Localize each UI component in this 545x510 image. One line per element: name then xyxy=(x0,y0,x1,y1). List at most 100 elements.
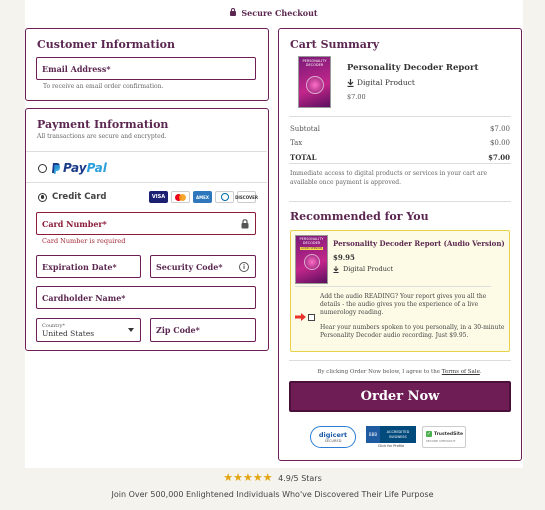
discover-icon: DISCOVER xyxy=(235,191,258,203)
cart-summary-panel: Cart Summary PERSONALITY DECODER Persona… xyxy=(278,28,522,461)
email-help-text: To receive an email order confirmation. xyxy=(43,83,164,90)
divider xyxy=(26,151,267,152)
chevron-down-icon xyxy=(128,328,134,332)
terms-text: By clicking Order Now below, I agree to … xyxy=(279,369,520,375)
check-icon: ✓ xyxy=(426,431,432,437)
terms-of-sale-link[interactable]: Terms of Sale xyxy=(442,369,480,375)
expiration-date-field[interactable]: Expiration Date* xyxy=(36,255,141,278)
credit-card-label: Credit Card xyxy=(52,192,107,202)
terms-prefix: By clicking Order Now below, I agree to … xyxy=(317,369,441,375)
bbb-sub: Click for Profile xyxy=(377,444,405,448)
secure-checkout-banner: Secure Checkout xyxy=(25,8,523,18)
divider xyxy=(289,201,511,202)
product-price: $7.00 xyxy=(347,93,366,101)
subtotal-row: Subtotal $7.00 xyxy=(290,125,510,133)
bbb-badge[interactable]: BBB ACCREDITED BUSINESS Click for Profil… xyxy=(366,426,416,448)
rating-row: ★★★★★ 4.9/5 Stars xyxy=(0,471,545,484)
credit-card-option[interactable]: Credit Card xyxy=(38,192,106,202)
star-icon: ★ xyxy=(262,471,273,484)
bbb-logo: BBB xyxy=(366,426,380,443)
customer-information-panel: Customer Information Email Address* To r… xyxy=(25,28,269,101)
divider xyxy=(295,286,491,287)
upsell-description-extra: Hear your numbers spoken to you personal… xyxy=(320,324,505,340)
mastercard-icon xyxy=(171,191,190,203)
divider xyxy=(289,163,511,164)
upsell-price: $9.95 xyxy=(333,253,355,262)
rating-text: 4.9/5 Stars xyxy=(278,474,322,483)
payment-information-title: Payment Information xyxy=(37,118,169,131)
trust-badges: digicert SECURED BBB ACCREDITED BUSINESS… xyxy=(310,426,466,448)
trustedsite-sub: SECURE CHECKOUT xyxy=(426,439,456,443)
lock-icon xyxy=(241,219,249,229)
credit-card-radio[interactable] xyxy=(38,192,47,202)
card-number-error: Card Number is required xyxy=(42,237,126,245)
product-image: PERSONALITY DECODER xyxy=(298,56,331,108)
upsell-cover-subtitle: AUDIO VERSION xyxy=(300,246,323,250)
checkout-page: Secure Checkout Customer Information Ema… xyxy=(25,0,523,468)
divider xyxy=(289,360,511,361)
terms-suffix: . xyxy=(479,369,482,375)
paypal-text-pay: Pay xyxy=(63,161,87,175)
info-icon[interactable]: i xyxy=(239,262,249,272)
footer: ★★★★★ 4.9/5 Stars Join Over 500,000 Enli… xyxy=(0,468,545,510)
paypal-icon xyxy=(52,162,60,174)
bbb-line2: BUSINESS xyxy=(389,434,407,439)
product-name: Personality Decoder Report xyxy=(347,63,479,73)
security-code-field[interactable]: Security Code* i xyxy=(150,255,256,278)
card-number-placeholder: Card Number* xyxy=(42,218,107,229)
divider xyxy=(289,116,511,117)
lock-icon xyxy=(230,8,237,16)
total-row: TOTAL $7.00 xyxy=(290,153,510,162)
paypal-radio[interactable] xyxy=(38,163,47,173)
country-value: United States xyxy=(42,328,95,338)
product-type-label: Digital Product xyxy=(357,78,415,87)
payment-note: Immediate access to digital products or … xyxy=(290,170,488,186)
subtotal-value: $7.00 xyxy=(489,125,510,133)
total-label: TOTAL xyxy=(290,153,317,162)
star-icon: ★ xyxy=(252,471,263,484)
trustedsite-badge[interactable]: ✓ TrustedSite SECURE CHECKOUT xyxy=(422,426,466,448)
product-cover-title: PERSONALITY DECODER xyxy=(302,59,327,67)
digicert-label: digicert xyxy=(318,431,348,439)
cart-summary-title: Cart Summary xyxy=(290,38,380,51)
upsell-offer-box: PERSONALITY DECODER AUDIO VERSION Person… xyxy=(290,230,510,352)
tagline: Join Over 500,000 Enlightened Individual… xyxy=(111,490,434,499)
star-icon: ★ xyxy=(242,471,253,484)
order-now-button[interactable]: Order Now xyxy=(289,381,511,412)
upsell-product-type: Digital Product xyxy=(333,265,393,273)
cardholder-name-field[interactable]: Cardholder Name* xyxy=(36,286,256,309)
email-field[interactable]: Email Address* xyxy=(36,57,256,80)
secure-checkout-label: Secure Checkout xyxy=(241,8,318,18)
tax-row: Tax $0.00 xyxy=(290,139,510,147)
upsell-checkbox-group[interactable] xyxy=(295,313,315,321)
card-number-field[interactable]: Card Number* xyxy=(36,212,256,235)
trustedsite-label: TrustedSite xyxy=(434,431,464,437)
subtotal-label: Subtotal xyxy=(290,125,321,133)
cover-mandala-icon xyxy=(305,75,324,94)
upsell-description: Add the audio READING? Your report gives… xyxy=(320,293,487,317)
amex-icon: AMEX xyxy=(193,191,212,203)
payment-information-panel: Payment Information All transactions are… xyxy=(25,108,269,351)
paypal-option[interactable]: PayPal xyxy=(38,161,107,175)
upsell-type-label: Digital Product xyxy=(343,265,394,273)
country-select[interactable]: Country* United States xyxy=(36,318,141,342)
upsell-checkbox[interactable] xyxy=(308,313,315,321)
divider xyxy=(26,182,267,183)
bbb-accredited: ACCREDITED BUSINESS xyxy=(380,426,416,443)
zip-code-field[interactable]: Zip Code* xyxy=(150,318,256,342)
customer-information-title: Customer Information xyxy=(37,38,175,51)
arrow-right-icon xyxy=(295,313,306,321)
digicert-badge[interactable]: digicert SECURED xyxy=(310,426,356,448)
tax-value: $0.00 xyxy=(489,139,510,147)
security-code-placeholder: Security Code* xyxy=(156,261,223,272)
payment-subtitle: All transactions are secure and encrypte… xyxy=(37,133,167,140)
recommended-title: Recommended for You xyxy=(290,210,429,223)
paypal-text-pal: Pal xyxy=(86,161,107,175)
cover-mandala-icon xyxy=(303,253,320,270)
digicert-sub: SECURED xyxy=(324,439,342,443)
upsell-cover-title: PERSONALITY DECODER xyxy=(299,237,324,245)
tax-label: Tax xyxy=(290,139,303,147)
visa-icon: VISA xyxy=(149,191,168,203)
upsell-product-image: PERSONALITY DECODER AUDIO VERSION xyxy=(295,235,328,284)
download-icon xyxy=(333,265,339,273)
